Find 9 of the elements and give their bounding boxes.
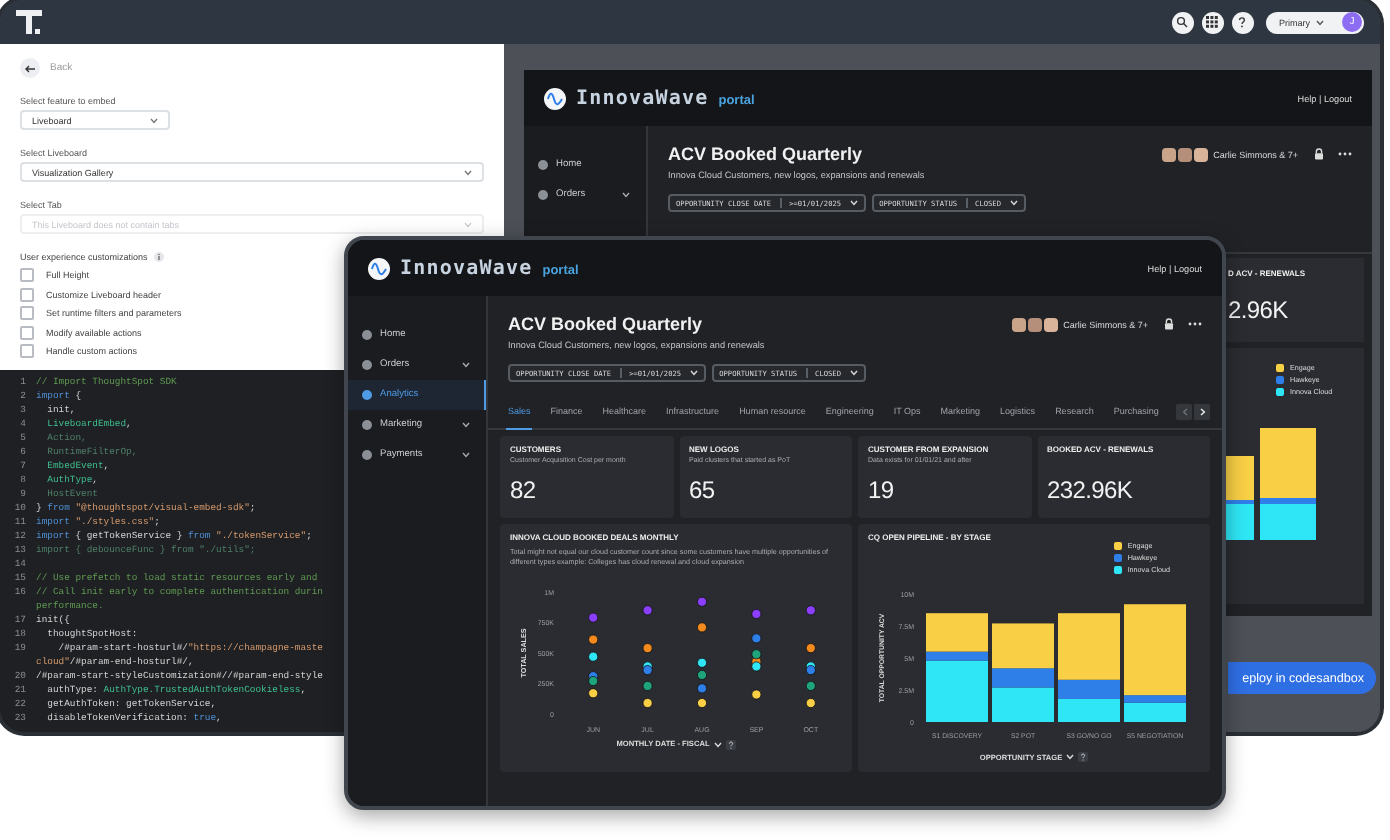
brand-name: InnovaWave	[576, 87, 709, 109]
dashboard-title: ACV Booked Quarterly	[668, 144, 865, 164]
kpi-value: 232.96K	[1047, 476, 1135, 504]
kpi-value: 82	[510, 476, 538, 504]
kpi-value: 19	[868, 476, 896, 504]
kpi-value: 65	[689, 476, 717, 504]
dashboard-title: ACV Booked Quarterly	[508, 314, 705, 334]
brand-name: InnovaWave	[400, 257, 533, 279]
kpi-value: 2.96K	[1228, 296, 1290, 324]
